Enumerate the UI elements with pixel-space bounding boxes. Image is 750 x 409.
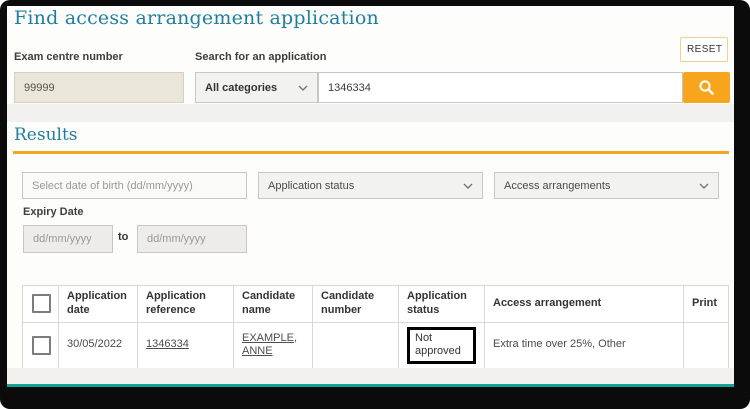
teal-bottom-rule [7,384,734,387]
header-candidate-number: Candidate number [313,286,399,323]
section-divider-band [7,104,734,122]
cell-access-arrangement: Extra time over 25%, Other [485,322,684,369]
cell-application-date: 30/05/2022 [59,322,138,369]
page-content: Find access arrangement application Exam… [7,6,734,387]
candidate-name-link[interactable]: EXAMPLE, ANNE [242,332,297,358]
application-reference-link[interactable]: 1346334 [146,338,189,350]
category-select[interactable]: All categories [195,72,318,103]
orange-divider [13,151,729,154]
search-button[interactable] [683,72,730,103]
search-application-label: Search for an application [195,51,326,63]
table-row: 30/05/2022 1346334 EXAMPLE, ANNE Not app… [23,322,729,369]
search-query-input[interactable] [318,72,683,103]
results-table: Application date Application reference C… [22,285,729,369]
cell-print [684,322,729,369]
access-arrangements-select[interactable]: Access arrangements [494,172,719,199]
chevron-down-icon [298,85,308,91]
header-application-status: Application status [399,286,485,323]
application-status-placeholder: Application status [268,180,354,192]
application-status-select[interactable]: Application status [258,172,483,199]
chevron-down-icon [463,183,473,189]
row-checkbox[interactable] [32,336,51,355]
chevron-down-icon [699,183,709,189]
access-arrangements-placeholder: Access arrangements [504,180,610,192]
page-title: Find access arrangement application [14,7,379,29]
header-application-date: Application date [59,286,138,323]
table-header-row: Application date Application reference C… [23,286,729,323]
exam-centre-number-label: Exam centre number [14,51,123,63]
header-application-reference: Application reference [138,286,234,323]
expiry-date-to-input[interactable] [137,225,247,253]
category-selected-value: All categories [205,82,277,94]
expiry-to-label: to [118,231,128,243]
exam-centre-number-input[interactable] [14,72,184,103]
results-heading: Results [14,125,78,145]
expiry-date-label: Expiry Date [23,206,84,218]
date-of-birth-input[interactable] [22,172,247,199]
cell-candidate-number [313,322,399,369]
select-all-checkbox[interactable] [32,294,51,313]
header-access-arrangement: Access arrangement [485,286,684,323]
expiry-date-from-input[interactable] [23,225,113,253]
header-print: Print [684,286,729,323]
app-window: Find access arrangement application Exam… [0,0,750,409]
search-icon [698,79,715,96]
status-badge: Not approved [407,327,476,365]
footer-band [7,368,734,384]
reset-button[interactable]: RESET [680,37,728,62]
header-candidate-name: Candidate name [234,286,313,323]
